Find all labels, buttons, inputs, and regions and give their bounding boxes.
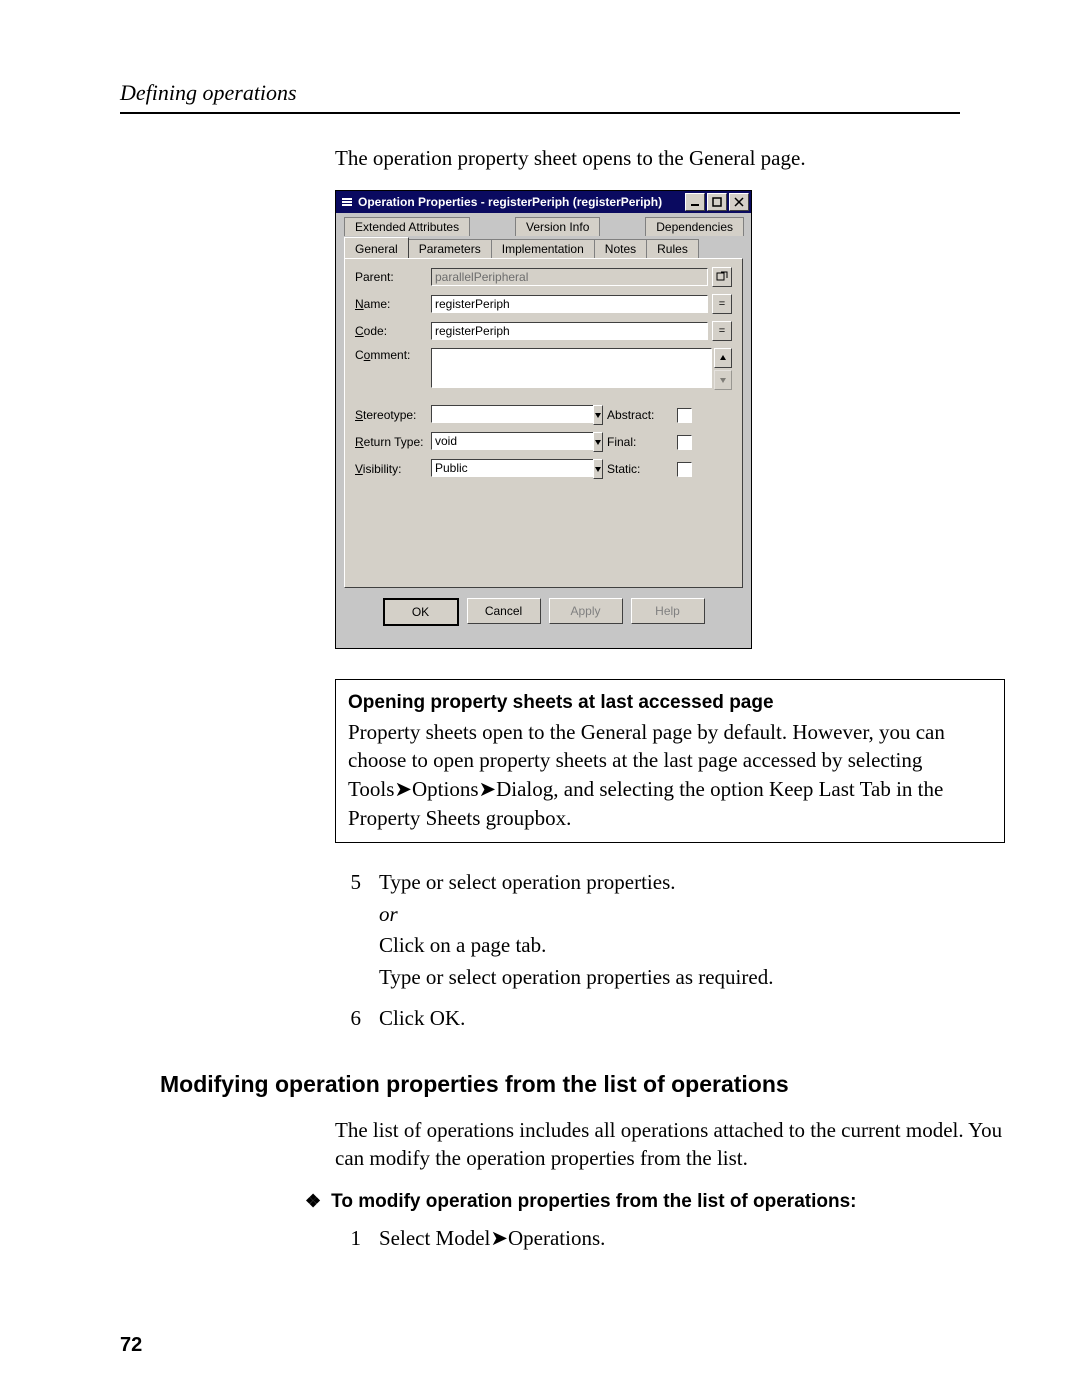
code-sync-button[interactable]: = (712, 321, 732, 341)
label-final: Final: (607, 435, 677, 449)
step-list-1: 5 Type or select operation properties. o… (335, 867, 1005, 1035)
running-header: Defining operations (120, 80, 960, 106)
browse-parent-button[interactable] (712, 267, 732, 287)
help-button[interactable]: Help (631, 598, 705, 624)
dialog-title: Operation Properties - registerPeriph (r… (358, 195, 683, 209)
step-text: Select Model➤Operations. (379, 1226, 605, 1250)
ok-button[interactable]: OK (383, 598, 459, 626)
tab-parameters[interactable]: Parameters (408, 239, 492, 258)
step-text: Type or select operation properties as r… (379, 965, 773, 989)
tab-panel-general: Parent: Name: = Code: (344, 258, 743, 588)
section-intro: The list of operations includes all oper… (335, 1116, 1005, 1173)
tab-dependencies[interactable]: Dependencies (645, 217, 744, 236)
parent-field (431, 268, 708, 286)
section-heading: Modifying operation properties from the … (160, 1071, 1005, 1098)
step-text: Click OK. (379, 1006, 465, 1030)
intro-text: The operation property sheet opens to th… (335, 144, 1005, 172)
step-text: Type or select operation properties. (379, 870, 676, 894)
tab-notes[interactable]: Notes (594, 239, 647, 258)
tip-box: Opening property sheets at last accessed… (335, 679, 1005, 843)
scroll-down-icon[interactable] (714, 370, 732, 390)
tab-general[interactable]: General (344, 237, 409, 258)
label-abstract: Abstract: (607, 408, 677, 422)
abstract-checkbox[interactable] (677, 408, 692, 423)
label-parent: Parent: (355, 270, 431, 284)
maximize-button[interactable] (707, 193, 727, 211)
step-number: 6 (335, 1003, 361, 1035)
static-checkbox[interactable] (677, 462, 692, 477)
task-heading: ❖ To modify operation properties from th… (305, 1191, 1005, 1213)
step-number: 5 (335, 867, 361, 993)
tip-title: Opening property sheets at last accessed… (348, 690, 992, 716)
label-code: Code: (355, 324, 431, 338)
step-number: 1 (335, 1223, 361, 1255)
label-comment: Comment: (355, 348, 431, 362)
return-type-field[interactable] (431, 432, 593, 450)
final-checkbox[interactable] (677, 435, 692, 450)
step-list-2: 1 Select Model➤Operations. (335, 1223, 1005, 1255)
comment-field[interactable] (431, 348, 712, 388)
diamond-icon: ❖ (305, 1191, 321, 1213)
operation-properties-dialog: Operation Properties - registerPeriph (r… (335, 190, 752, 649)
step-text: Click on a page tab. (379, 933, 546, 957)
name-sync-button[interactable]: = (712, 294, 732, 314)
step-or: or (379, 902, 398, 926)
close-button[interactable] (729, 193, 749, 211)
cancel-button[interactable]: Cancel (467, 598, 541, 624)
minimize-button[interactable] (685, 193, 705, 211)
name-field[interactable] (431, 295, 708, 313)
page-number: 72 (120, 1334, 142, 1357)
stereotype-field[interactable] (431, 405, 593, 423)
stereotype-dropdown-icon[interactable] (593, 405, 603, 425)
tip-body: Property sheets open to the General page… (348, 720, 945, 830)
label-return-type: Return Type: (355, 435, 431, 449)
tab-version-info[interactable]: Version Info (515, 217, 600, 236)
tab-implementation[interactable]: Implementation (491, 239, 595, 258)
tab-rules[interactable]: Rules (646, 239, 699, 258)
tab-extended-attributes[interactable]: Extended Attributes (344, 217, 470, 236)
visibility-field[interactable] (431, 459, 593, 477)
return-type-dropdown-icon[interactable] (593, 432, 603, 452)
label-stereotype: Stereotype: (355, 408, 431, 422)
apply-button[interactable]: Apply (549, 598, 623, 624)
header-rule (120, 112, 960, 114)
code-field[interactable] (431, 322, 708, 340)
dialog-icon (340, 195, 354, 209)
dialog-titlebar[interactable]: Operation Properties - registerPeriph (r… (336, 191, 751, 213)
label-name: Name: (355, 297, 431, 311)
label-static: Static: (607, 462, 677, 476)
label-visibility: Visibility: (355, 462, 431, 476)
scroll-up-icon[interactable] (714, 348, 732, 368)
visibility-dropdown-icon[interactable] (593, 459, 603, 479)
